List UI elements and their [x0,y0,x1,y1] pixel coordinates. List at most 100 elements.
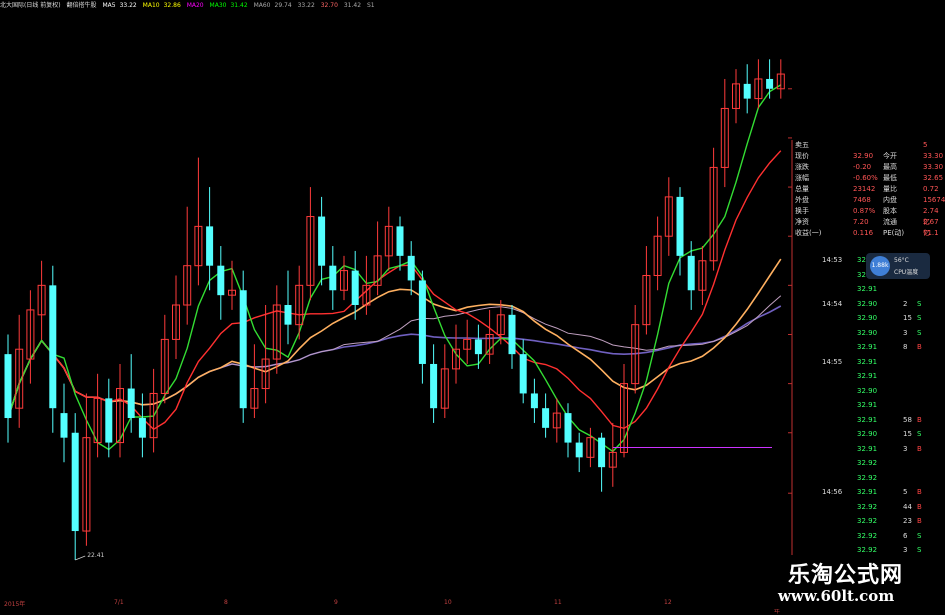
tick-cell: 14:54 [822,299,843,308]
tick-cell: B [917,444,922,453]
ma10-label: MA10 [142,2,160,9]
candle-body [318,216,326,266]
tick-cell: 6 [903,531,908,540]
stock-name: 北大国际(日线 前复权) [0,2,61,9]
tick-cell: 44 [903,502,912,511]
cpu-widget[interactable]: 1.88k 56°C CPU温度 [866,253,930,279]
quote-cell: 卖五 [795,141,809,149]
tick-cell: 32.91 [857,343,878,351]
ma30-value: 31.42 [230,2,248,9]
quote-cell: 23142 [853,185,876,193]
quote-cell: 32.65 [923,174,944,182]
ma60-value: 29.74 [274,2,292,9]
candle-body [127,388,135,419]
quote-row: 净资 7.20 流通 2.67亿 [793,217,945,237]
quote-row: 卖五 5 [793,140,945,151]
candle-body [575,442,583,458]
quote-row: 涨幅 -0.60% 最低 32.65 [793,173,945,184]
tick-row: 14:54 32.90 2 S [793,299,945,310]
candle-body [239,290,247,409]
quote-cell: -0.20 [853,163,872,171]
ma20-label: MA20 [186,2,204,9]
tick-row: 32.90 15 S [793,313,945,324]
tick-row: 32.92 23 B [793,516,945,527]
quote-cell: 15674 [923,196,945,204]
candle-body [542,408,550,428]
quote-cell: 最高 [883,163,897,171]
candle-body [676,196,684,256]
quote-cell: 现价 [795,152,809,160]
quote-cell: PE(动) [883,229,905,237]
date-tick-label: 7/1 [114,599,124,606]
quote-cell: 总量 [795,185,809,193]
tick-row: 32.92 [793,473,945,484]
tick-cell: 14:56 [822,488,843,496]
extra-value-4: S1 [366,2,375,9]
candle-body [217,265,225,296]
quote-cell: 71.1 [923,229,939,237]
quote-cell: 涨跌 [795,163,809,171]
tick-row: 32.90 3 S [793,328,945,339]
tick-row: 32.91 [793,400,945,411]
tick-cell: S [917,430,922,438]
tick-row: 14:55 32.91 [793,357,945,368]
candle-body [138,418,146,438]
candle-body [508,314,516,355]
date-tick-label: 12 [664,599,672,606]
candle-body [284,305,292,325]
tick-cell: 32.91 [857,357,878,366]
candle-body [687,255,695,291]
quote-cell: 0.87% [853,207,876,215]
quote-cell: 32.90 [853,152,874,160]
tick-row: 32.92 6 S [793,531,945,542]
tick-cell: 5 [903,488,908,496]
tick-row: 32.90 [793,386,945,397]
quote-cell: 0.116 [853,229,874,237]
tick-cell: 14:53 [822,256,843,264]
quote-cell: 内盘 [883,196,897,204]
quote-row: 现价 32.90 今开 33.30 [793,151,945,162]
extra-value-3: 31.42 [343,2,362,9]
tick-cell: 32.92 [857,473,878,482]
tick-cell: 32.90 [857,314,878,322]
candle-body [474,339,482,355]
candle-body [4,354,12,419]
quote-row: 换手 0.87% 股本 2.74亿 [793,206,945,226]
quote-cell: 净资 [795,218,809,226]
tick-cell: 32.92 [857,502,878,511]
tick-cell: 32.91 [857,444,878,453]
candle-body [49,285,57,409]
candle-body [430,363,438,409]
candlestick-chart[interactable]: 32.0031.0030.0029.0028.0027.0026.0025.00… [0,0,793,598]
quote-cell: 流通 [883,218,897,226]
candle-body [105,398,113,443]
tick-cell: 32.91 [857,415,878,424]
indicator-name: 翻倍搭牛股 [66,2,97,9]
watermark-title: 乐淘公式网 [788,563,904,588]
quote-panel: 卖五 5 现价 32.90 今开 33.30 涨跌 -0.20 最高 33.30 涨幅 -0.60% 最… [793,140,945,609]
tick-cell: 32.91 [857,488,878,496]
tick-cell: B [917,502,922,511]
candle-body [60,413,68,438]
tick-cell: 2 [903,299,908,308]
candle-body [519,354,527,394]
date-tick-label: 2015年 [4,601,26,608]
tick-cell: S [917,531,922,540]
candle-body [351,270,359,305]
date-tick-label: 10 [444,599,452,606]
cpu-caption: CPU温度 [894,269,919,276]
quote-cell: -0.60% [853,174,878,182]
ma60-label: MA60 [253,2,271,9]
candle-body [743,83,751,99]
ma5-label: MA5 [102,2,116,9]
tick-cell: 32.92 [857,517,878,525]
candle-body [71,432,79,532]
tick-cell: 32.90 [857,299,878,308]
date-tick-label: 8 [224,599,228,606]
tick-cell: 3 [903,444,908,453]
quote-cell: 收益(一) [795,229,822,237]
tick-cell: 8 [903,343,908,351]
ma5-value: 33.22 [119,2,137,9]
tick-cell: 32.90 [857,386,878,395]
quote-row: 外盘 7468 内盘 15674 [793,195,945,206]
